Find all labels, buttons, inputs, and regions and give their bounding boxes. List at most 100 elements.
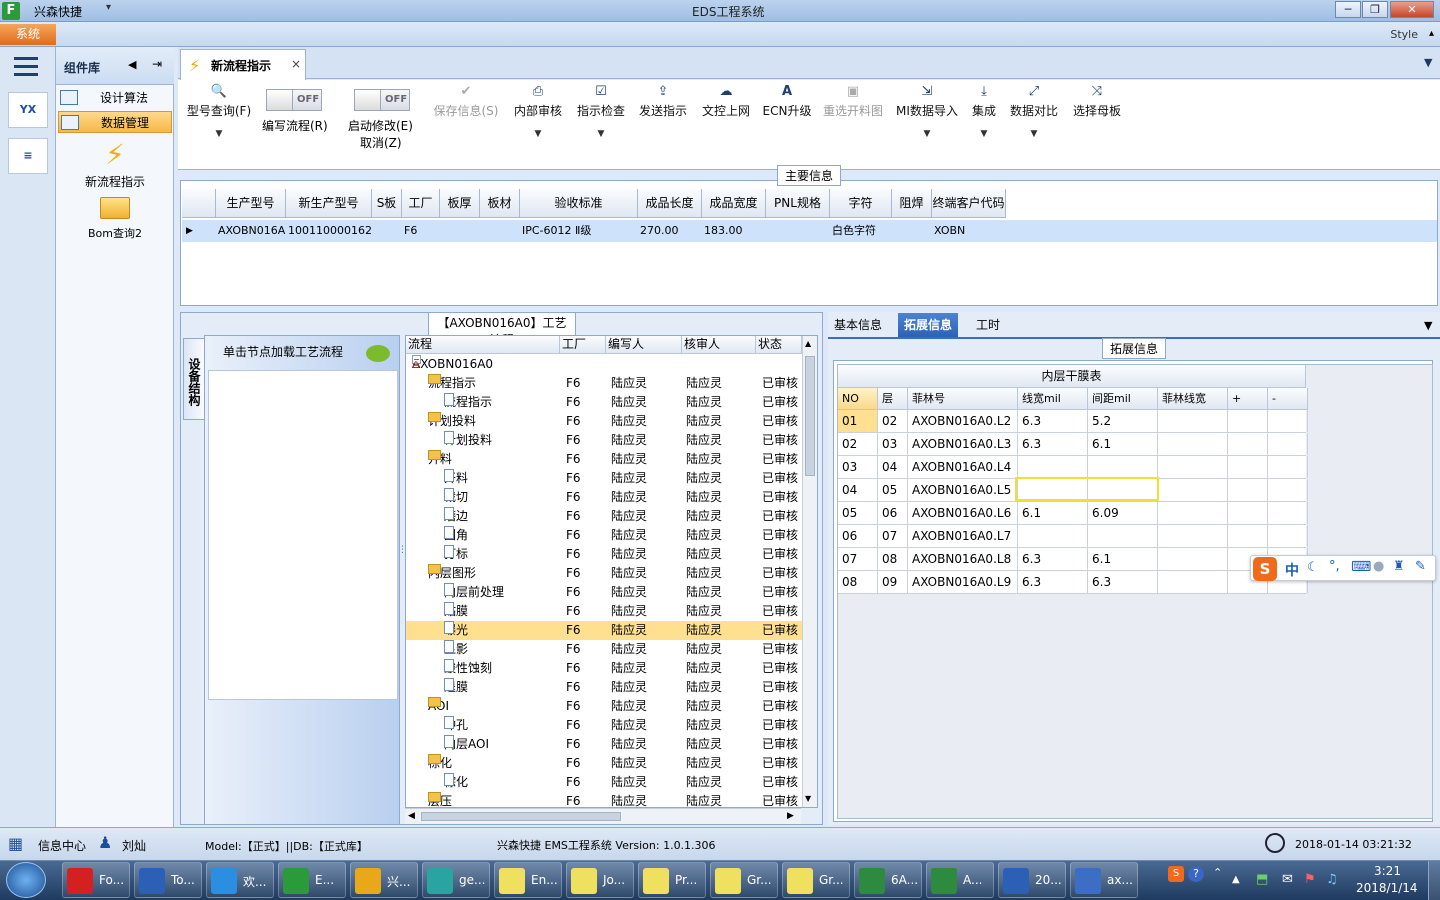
chevron-down-icon[interactable]: ▼ xyxy=(510,129,566,139)
taskbar-app-button[interactable]: ge... xyxy=(422,862,490,898)
column-header[interactable]: 成品长度 xyxy=(638,189,702,218)
column-header[interactable]: 工厂 xyxy=(402,189,440,218)
scroll-thumb[interactable] xyxy=(805,356,815,476)
inner-cell[interactable] xyxy=(1228,479,1268,501)
close-button[interactable]: ✕ xyxy=(1390,1,1434,18)
bom-query-item[interactable]: Bom查询2 xyxy=(78,197,152,241)
tree-row[interactable]: 计划投料 F6 陆应灵 陆应灵 已审核 xyxy=(406,431,802,450)
grid-cell[interactable] xyxy=(892,221,932,241)
write-flow-toggle[interactable]: OFF xyxy=(266,89,322,111)
inner-table-row[interactable]: 06 07 AXOBN016A0.L7 xyxy=(838,525,1308,548)
grid-cell[interactable]: XOBN xyxy=(932,221,1006,241)
inner-cell[interactable] xyxy=(1268,479,1308,501)
inner-cell[interactable]: 6.3 xyxy=(1018,548,1088,570)
inner-cell[interactable]: 04 xyxy=(838,479,878,501)
inner-cell[interactable]: 6.3 xyxy=(1018,433,1088,455)
inner-cell[interactable]: 08 xyxy=(878,548,908,570)
taskbar-app-button[interactable]: 6A... xyxy=(854,862,922,898)
inner-cell[interactable]: 6.1 xyxy=(1018,502,1088,524)
chevron-down-icon[interactable]: ▼ xyxy=(184,129,254,139)
inner-cell[interactable] xyxy=(1228,410,1268,432)
taskbar-app-button[interactable]: Gr... xyxy=(782,862,850,898)
tree-row[interactable]: −计划投料 F6 陆应灵 陆应灵 已审核 xyxy=(406,412,802,431)
inner-cell[interactable]: AXOBN016A0.L6 xyxy=(908,502,1018,524)
tab-extended-info[interactable]: 拓展信息 xyxy=(898,313,959,337)
quick-access-dropdown-icon[interactable]: ▾ xyxy=(106,2,111,13)
tree-row[interactable]: −AOI F6 陆应灵 陆应灵 已审核 xyxy=(406,697,802,716)
tree-node[interactable]: 圆角 xyxy=(444,526,468,545)
inner-cell[interactable]: 02 xyxy=(878,410,908,432)
grid-cell[interactable] xyxy=(766,221,830,241)
tree-row[interactable]: − ⌂ AXOBN016A0 xyxy=(406,355,802,374)
main-info-row[interactable]: ▶ AXOBN016A010011000016210 F6 IPC-6012 Ⅱ级27… xyxy=(182,220,1437,242)
sogou-logo-icon[interactable]: S xyxy=(1253,557,1277,581)
inner-cell[interactable] xyxy=(1158,479,1228,501)
speaker-tray-icon[interactable]: ✉ xyxy=(1282,872,1293,887)
info-center[interactable]: 信息中心 xyxy=(38,837,86,854)
tree-column-header[interactable]: 核审人 xyxy=(682,336,756,354)
inner-cell[interactable] xyxy=(1158,571,1228,593)
inner-column-header[interactable]: 线宽mil xyxy=(1018,388,1088,410)
grid-cell[interactable] xyxy=(372,221,402,241)
inner-cell[interactable] xyxy=(1268,456,1308,478)
scroll-thumb[interactable] xyxy=(421,812,621,821)
tree-node[interactable]: 冲孔 xyxy=(444,716,468,735)
inner-cell[interactable]: 08 xyxy=(838,571,878,593)
tree-row[interactable]: 贴膜 F6 陆应灵 陆应灵 已审核 xyxy=(406,602,802,621)
ime-toolbar[interactable]: S 中 ☾ °, ⌨ ● ♜ ✎ xyxy=(1250,555,1436,581)
tree-row[interactable]: 打标 F6 陆应灵 陆应灵 已审核 xyxy=(406,545,802,564)
column-header[interactable]: 板厚 xyxy=(440,189,480,218)
column-header[interactable]: 生产型号 xyxy=(216,189,286,218)
tree-node[interactable]: −内层图形 xyxy=(428,564,476,583)
inner-cell[interactable] xyxy=(1088,525,1158,547)
tree-row[interactable]: 显影 F6 陆应灵 陆应灵 已审核 xyxy=(406,640,802,659)
integrate-button[interactable]: ⤓ 集成 ▼ xyxy=(966,82,1002,152)
tree-row[interactable]: 圆角 F6 陆应灵 陆应灵 已审核 xyxy=(406,526,802,545)
inner-cell[interactable]: AXOBN016A0.L9 xyxy=(908,571,1018,593)
tree-node[interactable]: −开料 xyxy=(428,450,452,469)
inner-cell[interactable]: AXOBN016A0.L7 xyxy=(908,525,1018,547)
tree-row[interactable]: −层压 F6 陆应灵 陆应灵 已审核 xyxy=(406,792,802,807)
inner-cell[interactable] xyxy=(1018,456,1088,478)
inner-cell[interactable] xyxy=(1158,456,1228,478)
save-info-button[interactable]: ✔ 保存信息(S) xyxy=(430,82,502,152)
detail-tab-dropdown-icon[interactable]: ▼ xyxy=(1424,319,1432,332)
inner-cell[interactable]: 01 xyxy=(838,410,878,432)
tree-row[interactable]: 开料 F6 陆应灵 陆应灵 已审核 xyxy=(406,469,802,488)
taskbar-app-button[interactable]: Jo... xyxy=(566,862,634,898)
column-header[interactable]: 终端客户代码 xyxy=(932,189,1006,218)
column-header[interactable]: PNL规格 xyxy=(766,189,830,218)
tree-node[interactable]: 退膜 xyxy=(444,678,468,697)
maximize-button[interactable]: ❐ xyxy=(1362,1,1388,18)
reselect-chart-button[interactable]: ▣ 重选开料图 xyxy=(820,82,886,152)
inner-cell[interactable] xyxy=(1228,525,1268,547)
chevron-down-icon[interactable]: ▼ xyxy=(1008,129,1060,139)
ime-lang[interactable]: 中 xyxy=(1285,560,1299,580)
inner-cell[interactable]: AXOBN016A0.L2 xyxy=(908,410,1018,432)
taskbar-time[interactable]: 3:21 xyxy=(1374,864,1401,878)
scroll-down-icon[interactable]: ▼ xyxy=(805,794,811,803)
inner-cell[interactable]: 6.3 xyxy=(1018,410,1088,432)
inner-cell[interactable] xyxy=(1158,525,1228,547)
tree-row[interactable]: 磨边 F6 陆应灵 陆应灵 已审核 xyxy=(406,507,802,526)
collapse-left-icon[interactable]: ◀ xyxy=(128,58,136,71)
inner-column-header[interactable]: 菲林线宽 xyxy=(1158,388,1228,410)
taskbar-app-button[interactable]: E... xyxy=(278,862,346,898)
scroll-left-icon[interactable]: ◀ xyxy=(408,811,415,821)
taskbar-app-button[interactable]: Gr... xyxy=(710,862,778,898)
tree-node[interactable]: 裁切 xyxy=(444,488,468,507)
tree-node[interactable]: 打标 xyxy=(444,545,468,564)
inner-cell[interactable]: 03 xyxy=(878,433,908,455)
inner-cell[interactable] xyxy=(1088,456,1158,478)
inner-cell[interactable] xyxy=(1158,410,1228,432)
grid-cell[interactable]: 270.00 xyxy=(638,221,702,241)
tree-row[interactable]: −棕化 F6 陆应灵 陆应灵 已审核 xyxy=(406,754,802,773)
internal-review-button[interactable]: ⎙ 内部审核 ▼ xyxy=(510,82,566,152)
inner-cell[interactable] xyxy=(1268,433,1308,455)
tree-node[interactable]: 贴膜 xyxy=(444,602,468,621)
select-mother-board-button[interactable]: ⤨ 选择母板 xyxy=(1068,82,1126,152)
inner-cell[interactable] xyxy=(1228,502,1268,524)
flag-tray-icon[interactable]: ⚑ xyxy=(1304,872,1316,887)
calculator-module-icon[interactable]: ≡ xyxy=(8,138,48,174)
inner-cell[interactable]: 06 xyxy=(878,502,908,524)
